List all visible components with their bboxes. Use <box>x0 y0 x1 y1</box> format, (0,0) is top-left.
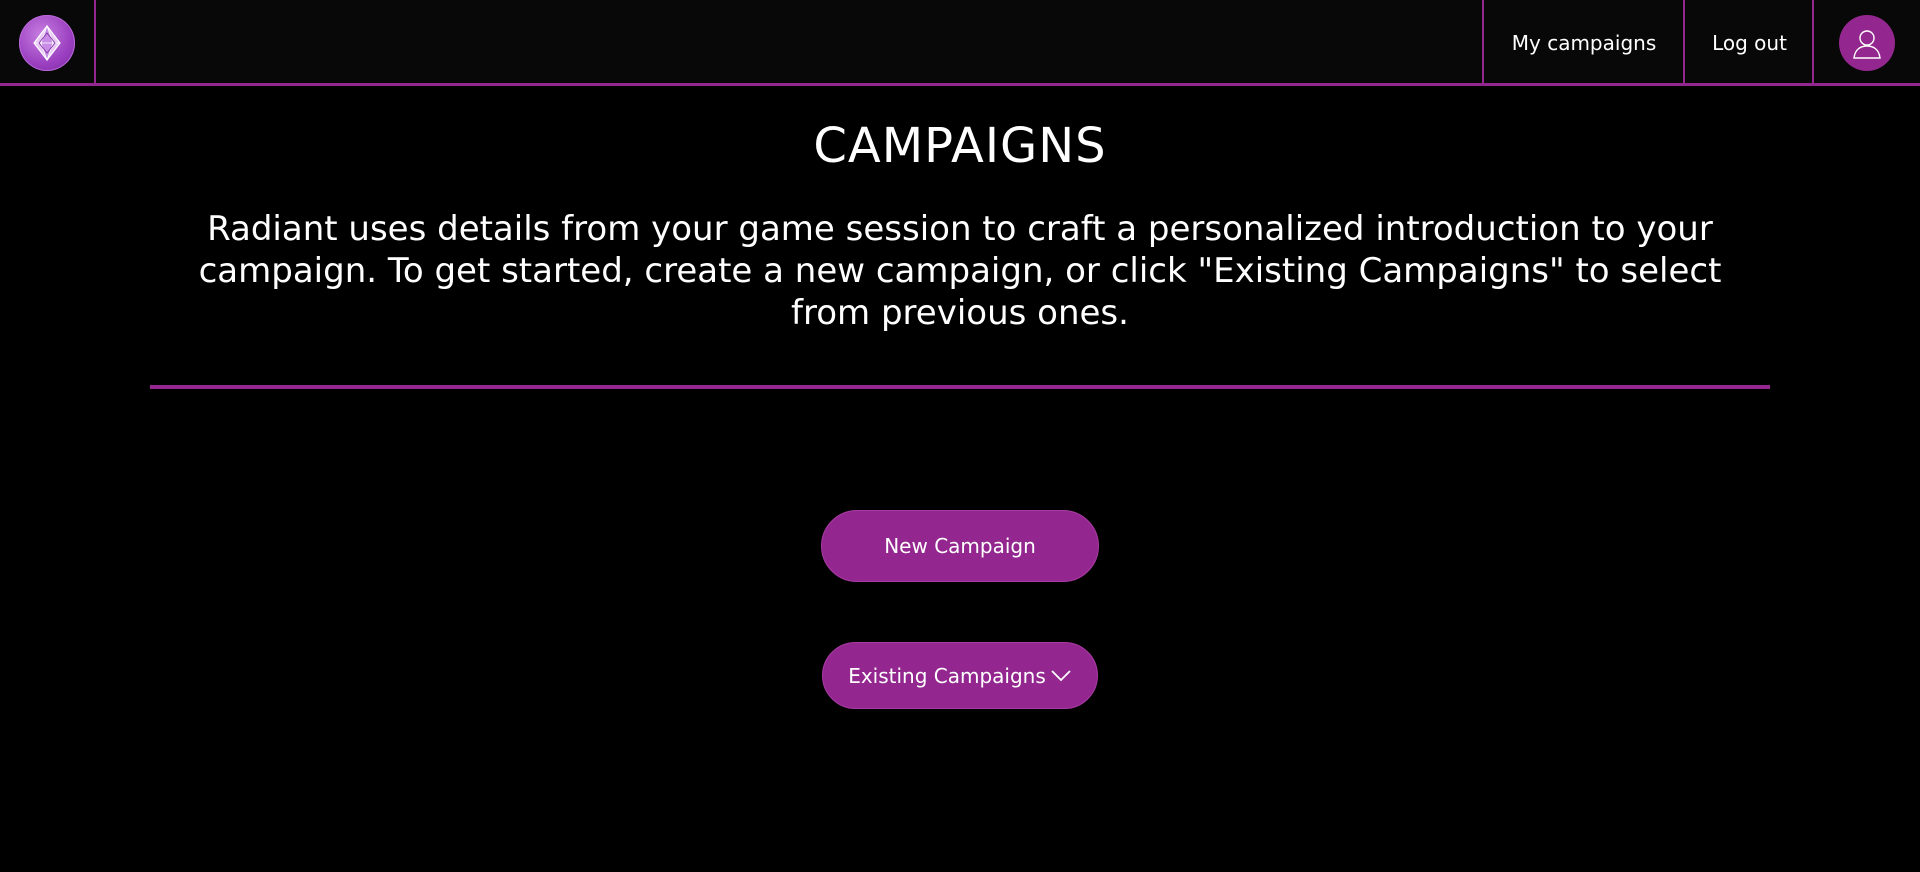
chevron-down-icon <box>1050 669 1072 683</box>
avatar[interactable] <box>1839 15 1895 71</box>
existing-campaigns-button[interactable]: Existing Campaigns <box>822 642 1098 709</box>
new-campaign-label: New Campaign <box>884 534 1036 558</box>
page-title: CAMPAIGNS <box>813 118 1107 174</box>
crystal-icon <box>33 24 61 62</box>
logo-container[interactable] <box>0 0 96 86</box>
intro-text: Radiant uses details from your game sess… <box>198 209 1722 333</box>
existing-campaigns-label: Existing Campaigns <box>848 663 1046 688</box>
nav-my-campaigns[interactable]: My campaigns <box>1482 0 1684 86</box>
avatar-container[interactable] <box>1812 0 1920 86</box>
nav-my-campaigns-label: My campaigns <box>1511 31 1657 55</box>
top-navigation-bar: My campaigns Log out <box>0 0 1920 86</box>
nav-log-out[interactable]: Log out <box>1683 0 1814 86</box>
user-icon <box>1853 30 1881 59</box>
new-campaign-button[interactable]: New Campaign <box>821 510 1099 582</box>
radiant-crystal-logo[interactable] <box>19 15 75 71</box>
nav-log-out-label: Log out <box>1712 31 1787 55</box>
section-divider <box>150 385 1770 389</box>
